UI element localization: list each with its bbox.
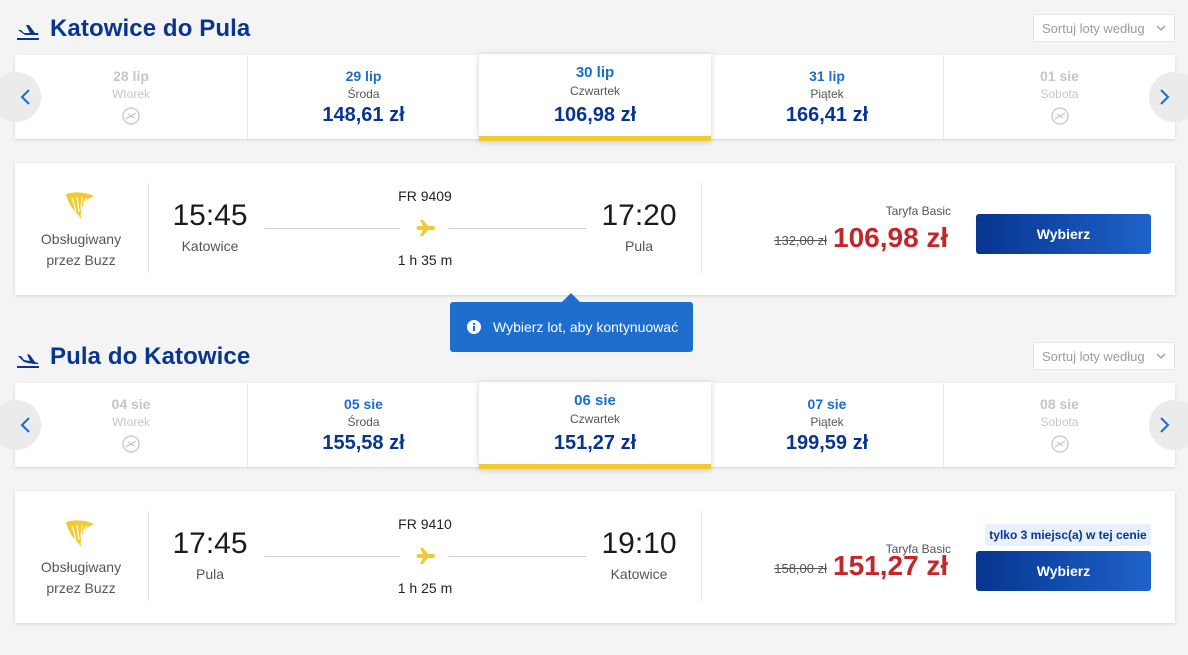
inbound-date-2-selected[interactable]: 06 sie Czwartek 151,27 zł [479,382,711,469]
chevron-right-icon [1160,417,1170,433]
date-label: 28 lip [113,68,149,84]
divider [701,183,702,273]
route-line [265,556,400,557]
divider [701,511,702,601]
sort-placeholder: Sortuj loty według [1042,349,1145,364]
plane-icon [413,220,435,236]
outbound-header: Katowice do Pula Sortuj loty według [0,12,1188,52]
weekday-label: Wtorek [111,415,150,429]
current-price: 151,27 zł [833,550,949,581]
route-line [265,228,400,229]
weekday-label: Środa [347,87,380,101]
operated-by-label: Obsługiwany przez Buzz [40,559,122,596]
no-flight-icon [122,107,140,125]
arrival-time: 17:20 [601,199,677,232]
sort-placeholder: Sortuj loty według [1042,21,1145,36]
outbound-date-3[interactable]: 31 lip Piątek 166,41 zł [711,55,943,139]
operated-by-label: Obsługiwany przez Buzz [40,231,122,268]
inbound-date-3[interactable]: 07 sie Piątek 199,59 zł [711,383,943,467]
no-flight-icon [1050,435,1069,453]
departure-city: Pula [195,566,225,582]
outbound-sort-select[interactable]: Sortuj loty według [1033,14,1175,42]
arrival-city: Pula [624,238,654,254]
flight-duration: 1 h 35 m [397,252,453,268]
departure-city: Katowice [181,238,239,254]
weekday-label: Czwartek [569,84,620,98]
seats-left-badge: tylko 3 miejsc(a) w tej cenie [985,524,1151,546]
chevron-down-icon [1156,353,1166,359]
chevron-down-icon [1156,25,1166,31]
divider [148,511,149,601]
old-price: 132,00 zł [774,233,827,248]
ryanair-harp-logo-icon [66,192,94,219]
date-label: 04 sie [111,396,151,412]
date-label: 05 sie [344,396,383,412]
date-label: 08 sie [1040,396,1079,412]
info-icon [467,320,481,334]
flight-duration: 1 h 25 m [397,580,453,596]
plane-icon [413,548,435,564]
date-price: 155,58 zł [322,432,405,454]
date-price: 166,41 zł [785,104,869,126]
outbound-title: Katowice do Pula [50,15,251,42]
current-price: 106,98 zł [833,222,949,253]
chevron-left-icon [20,89,30,105]
date-label: 06 sie [574,392,616,409]
outbound-date-0: 28 lip Wtorek [15,55,247,139]
weekday-label: Piątek [810,87,844,101]
departure-time: 15:45 [172,199,248,232]
date-price: 151,27 zł [553,432,637,454]
date-price: 148,61 zł [322,104,405,126]
weekday-label: Wtorek [111,87,150,101]
weekday-label: Środa [347,415,380,429]
outbound-date-2-selected[interactable]: 30 lip Czwartek 106,98 zł [479,54,711,141]
inbound-header: Pula do Katowice Sortuj loty według [0,340,1188,380]
weekday-label: Sobota [1040,415,1079,429]
date-label: 30 lip [575,64,615,81]
inbound-date-4: 08 sie Sobota [943,383,1175,467]
chevron-right-icon [1160,89,1170,105]
date-price: 199,59 zł [785,432,869,454]
date-label: 31 lip [809,68,845,84]
arrival-time: 19:10 [601,527,677,560]
weekday-label: Sobota [1040,87,1079,101]
route-line [449,556,586,557]
departure-time: 17:45 [172,527,248,560]
fare-type-label: Taryfa Basic [885,204,951,218]
flight-number: FR 9409 [398,188,452,204]
weekday-label: Piątek [810,415,844,429]
date-label: 07 sie [807,396,847,412]
inbound-sort-select[interactable]: Sortuj loty według [1033,342,1175,370]
outbound-flight-card[interactable]: Obsługiwany przez Buzz 15:45 Katowice FR… [15,163,1175,295]
inbound-date-1[interactable]: 05 sie Środa 155,58 zł [247,383,479,467]
ryanair-harp-logo-icon [66,520,94,547]
chevron-left-icon [20,417,30,433]
outbound-date-1[interactable]: 29 lip Środa 148,61 zł [247,55,479,139]
date-label: 01 sie [1040,68,1079,84]
outbound-date-4: 01 sie Sobota [943,55,1175,139]
outbound-date-strip: 28 lip Wtorek 29 lip Środa 148,61 zł 30 … [0,54,1188,141]
date-label: 29 lip [345,68,382,84]
inbound-date-strip: 04 sie Wtorek 05 sie Środa 155,58 zł 06 … [0,382,1188,469]
old-price: 158,00 zł [774,561,827,576]
arrival-plane-icon [17,354,39,368]
route-line [449,228,586,229]
inbound-title: Pula do Katowice [50,343,251,370]
inbound-flight-card[interactable]: Obsługiwany przez Buzz 17:45 Pula FR 941… [15,491,1175,623]
flight-number: FR 9410 [398,516,452,532]
divider [148,183,149,273]
inbound-date-0: 04 sie Wtorek [15,383,247,467]
departure-plane-icon [17,25,39,40]
no-flight-icon [122,435,140,453]
select-flight-button[interactable]: Wybierz [976,214,1151,254]
weekday-label: Czwartek [569,412,620,426]
no-flight-icon [1050,107,1069,125]
arrival-city: Katowice [610,566,668,582]
tooltip-message: Wybierz lot, aby kontynuować [493,319,679,335]
select-flight-button[interactable]: Wybierz [976,551,1151,591]
date-price: 106,98 zł [553,104,637,126]
